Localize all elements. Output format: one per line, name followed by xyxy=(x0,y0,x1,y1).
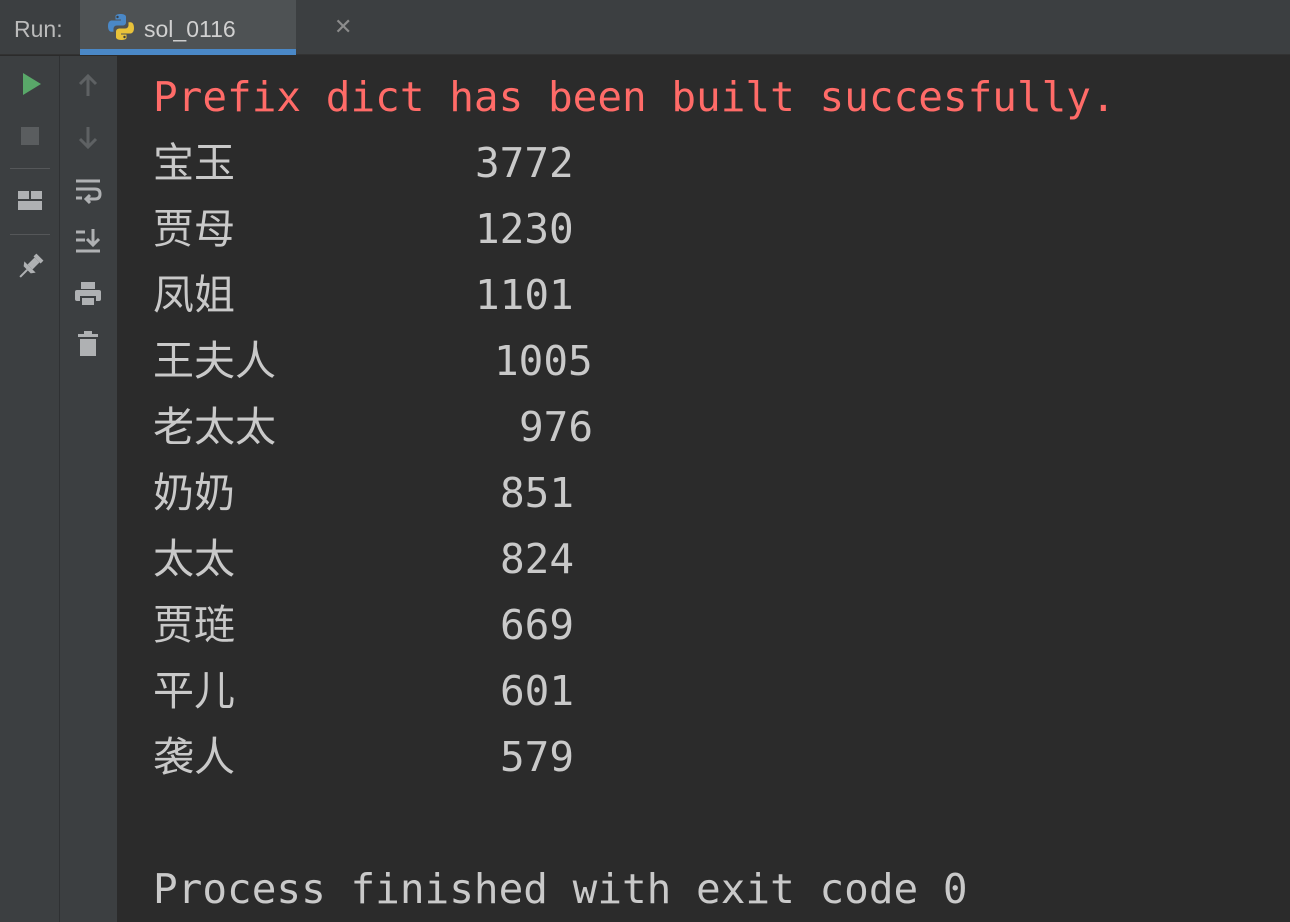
character-count: 1101 xyxy=(475,271,574,319)
run-tool-window-header: Run: sol_0116 ✕ xyxy=(0,0,1290,55)
console-row: 凤姐 1101 xyxy=(153,270,713,320)
character-name: 贾琏 xyxy=(153,601,235,649)
toolbar-divider xyxy=(10,168,50,169)
character-count: 976 xyxy=(519,403,594,451)
console-prefix-message: Prefix dict has been built succesfully. xyxy=(153,73,1116,121)
character-count: 579 xyxy=(500,733,575,781)
pin-icon[interactable] xyxy=(12,249,48,285)
tab-label: sol_0116 xyxy=(144,16,236,42)
stop-icon[interactable] xyxy=(12,118,48,154)
console-row: 袭人 579 xyxy=(153,732,713,782)
console-row: 太太 824 xyxy=(153,534,713,584)
console-row: 王夫人 1005 xyxy=(153,336,713,386)
tab-active-indicator xyxy=(80,49,296,55)
character-count: 669 xyxy=(500,601,575,649)
console-row: 贾琏 669 xyxy=(153,600,713,650)
python-icon xyxy=(108,14,134,40)
character-count: 601 xyxy=(500,667,575,715)
print-icon[interactable] xyxy=(70,276,106,312)
up-arrow-icon[interactable] xyxy=(70,68,106,104)
character-name: 王夫人 xyxy=(153,337,276,385)
console-row: 平儿 601 xyxy=(153,666,713,716)
character-name: 太太 xyxy=(153,535,235,583)
character-count: 824 xyxy=(500,535,575,583)
character-name: 宝玉 xyxy=(153,139,235,187)
run-toolbar-secondary xyxy=(60,56,118,922)
down-arrow-icon[interactable] xyxy=(70,119,106,155)
character-name: 袭人 xyxy=(153,733,235,781)
soft-wrap-icon[interactable] xyxy=(70,172,106,208)
tab-sol-0116[interactable]: sol_0116 ✕ xyxy=(80,0,352,55)
character-name: 凤姐 xyxy=(153,271,235,319)
character-name: 奶奶 xyxy=(153,469,235,517)
run-label: Run: xyxy=(14,16,63,42)
console-row: 贾母 1230 xyxy=(153,204,713,254)
character-count: 851 xyxy=(500,469,575,517)
run-toolbar-primary xyxy=(0,56,60,922)
toolbar-divider xyxy=(10,234,50,235)
character-name: 贾母 xyxy=(153,205,235,253)
rerun-icon[interactable] xyxy=(12,66,48,102)
console-output[interactable]: Prefix dict has been built succesfully. … xyxy=(118,56,1290,922)
character-name: 平儿 xyxy=(153,667,235,715)
close-icon[interactable]: ✕ xyxy=(334,14,352,42)
character-count: 1230 xyxy=(475,205,574,253)
trash-icon[interactable] xyxy=(70,326,106,362)
character-count: 3772 xyxy=(475,139,574,187)
console-exit-message: Process finished with exit code 0 xyxy=(153,865,968,913)
layout-icon[interactable] xyxy=(12,183,48,219)
scroll-to-end-icon[interactable] xyxy=(70,223,106,259)
console-row: 老太太 976 xyxy=(153,402,713,452)
console-row: 宝玉 3772 xyxy=(153,138,713,188)
character-count: 1005 xyxy=(494,337,593,385)
character-name: 老太太 xyxy=(153,403,276,451)
console-row: 奶奶 851 xyxy=(153,468,713,518)
